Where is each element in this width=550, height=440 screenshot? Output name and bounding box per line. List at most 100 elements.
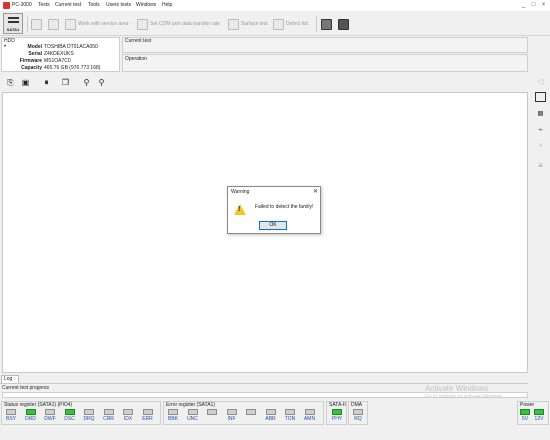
menu-users-tests[interactable]: Users tests [106, 2, 131, 8]
surface-test-button[interactable]: Surface test [228, 16, 268, 32]
save-log-icon[interactable]: ▣ [20, 77, 31, 88]
operation-panel: Operation [122, 54, 528, 72]
service-area-icon [65, 18, 76, 30]
menu-current-test[interactable]: Current test [55, 2, 81, 8]
find-next-icon[interactable]: ⚲ [96, 77, 107, 88]
led-power-0 [520, 409, 530, 415]
users-icon [338, 18, 349, 30]
drive-icon[interactable] [535, 92, 546, 102]
menu-tools[interactable]: Tools [88, 2, 100, 8]
led-label-error-6: TON [284, 416, 296, 422]
dma-title: DMA [351, 402, 363, 408]
save-icon [31, 18, 42, 30]
hdd-capacity-value: 465.76 GB (976 773 168) [44, 65, 101, 71]
sata1-port-label: SATA1 [6, 27, 20, 32]
sata1-port-button[interactable]: SATA1 [3, 13, 23, 34]
copy-icon[interactable]: ❐ [60, 77, 71, 88]
power-icon[interactable]: ⌁ [534, 124, 547, 136]
window-title: PC-3000 [12, 2, 32, 8]
find-icon[interactable]: ⚲ [81, 77, 92, 88]
close-button[interactable]: × [539, 1, 548, 10]
menu-help[interactable]: Help [162, 2, 172, 8]
pause-side-icon[interactable]: ॥ [534, 140, 547, 152]
hdd-serial-value: Z4KDEXUKS [44, 51, 74, 57]
windows-button[interactable] [321, 16, 332, 32]
led-label-sata2-0: PHY [331, 416, 343, 422]
led-error-4 [246, 409, 256, 415]
warning-dialog: Warning ✕ ! Failed to detect the family!… [227, 186, 321, 234]
speaker-icon[interactable]: ◁ [534, 76, 547, 88]
status-register-title: Status register (SATA1) (PIO4) [4, 402, 73, 408]
dialog-title: Warning [231, 189, 250, 195]
led-label-error-7: AMN [303, 416, 316, 422]
activation-watermark-subtitle: Go to Settings to activate Windows. [425, 394, 504, 400]
title-bar: PC-3000 Tests Current test Tools Users t… [0, 0, 550, 11]
pause-icon[interactable]: ⏸ [41, 77, 52, 88]
error-register-title: Error register (SATA1) [166, 402, 215, 408]
operation-header: Operation [125, 56, 147, 62]
app-icon [3, 2, 10, 9]
hdd-model-key: Model [27, 44, 42, 50]
led-error-7 [304, 409, 315, 415]
led-status-0 [6, 409, 16, 415]
led-error-2 [207, 409, 217, 415]
report-button[interactable] [48, 16, 59, 32]
status-register-group: Status register (SATA1) (PIO4) BSY DRD DWF… [1, 401, 161, 425]
com-rate-label: Set COM port data transfer rate [150, 21, 221, 27]
com-port-icon [137, 18, 148, 30]
surface-test-label: Surface test [241, 21, 268, 27]
led-label-status-0: BSY [5, 416, 16, 422]
led-status-6 [123, 409, 133, 415]
dialog-close-icon[interactable]: ✕ [313, 188, 318, 195]
current-test-panel: Current test [122, 37, 528, 53]
right-sidebar: ◁ ▤ ⌁ ॥ ≡ [531, 74, 550, 374]
maximize-button[interactable]: □ [529, 1, 538, 10]
led-status-3 [64, 409, 75, 415]
export-icon[interactable]: ⎘ [5, 77, 16, 88]
menu-tests[interactable]: Tests [38, 2, 50, 8]
document-icon [48, 18, 59, 30]
led-error-5 [265, 409, 276, 415]
ok-button[interactable]: OK [259, 221, 287, 230]
reset-icon[interactable]: ▤ [534, 108, 547, 120]
defect-list-button[interactable]: Defect list [273, 16, 308, 32]
service-area-button[interactable]: Work with service area [65, 16, 128, 32]
users-button[interactable] [338, 16, 349, 32]
led-error-6 [285, 409, 295, 415]
defect-list-icon [273, 18, 284, 30]
led-error-0 [168, 409, 178, 415]
minimize-button[interactable]: _ [519, 1, 528, 10]
menu-windows[interactable]: Windows [136, 2, 156, 8]
service-area-label: Work with service area [78, 21, 129, 27]
led-label-error-1: UNC [187, 416, 198, 422]
current-test-header: Current test [125, 38, 152, 44]
led-label-status-7: ERR [142, 416, 153, 422]
toolbar-divider [316, 16, 317, 32]
led-label-status-2: DWF [44, 416, 56, 422]
led-dma-0 [353, 409, 363, 415]
led-error-3 [226, 409, 237, 415]
hdd-serial-key: Serial [28, 51, 42, 57]
tab-log[interactable]: Log [1, 375, 19, 383]
sata2-group: SATA-II PHY [326, 401, 347, 425]
save-button[interactable] [31, 16, 42, 32]
led-error-1 [187, 409, 198, 415]
led-power-1 [534, 409, 544, 415]
led-label-error-5: ABR [265, 416, 276, 422]
led-label-status-5: CRR [103, 416, 114, 422]
sata-port-icon [8, 17, 19, 23]
progress-label: Current test progress [2, 385, 49, 391]
led-status-1 [25, 409, 36, 415]
led-label-status-4: DRQ [83, 416, 95, 422]
dma-group: DMA RQ [348, 401, 368, 425]
led-sata2-0 [332, 409, 342, 415]
error-register-group: Error register (SATA1) BBK UNC INF ABR TON AM… [163, 401, 324, 425]
led-status-2 [45, 409, 55, 415]
surface-test-icon [228, 18, 239, 30]
dialog-message: Failed to detect the family! [255, 204, 314, 210]
toolbar-divider [27, 16, 28, 32]
com-rate-button[interactable]: Set COM port data transfer rate [137, 16, 220, 32]
settings-list-icon[interactable]: ≡ [534, 160, 547, 172]
led-label-status-1: DRD [25, 416, 36, 422]
led-label-power-1: 12V [534, 416, 544, 422]
